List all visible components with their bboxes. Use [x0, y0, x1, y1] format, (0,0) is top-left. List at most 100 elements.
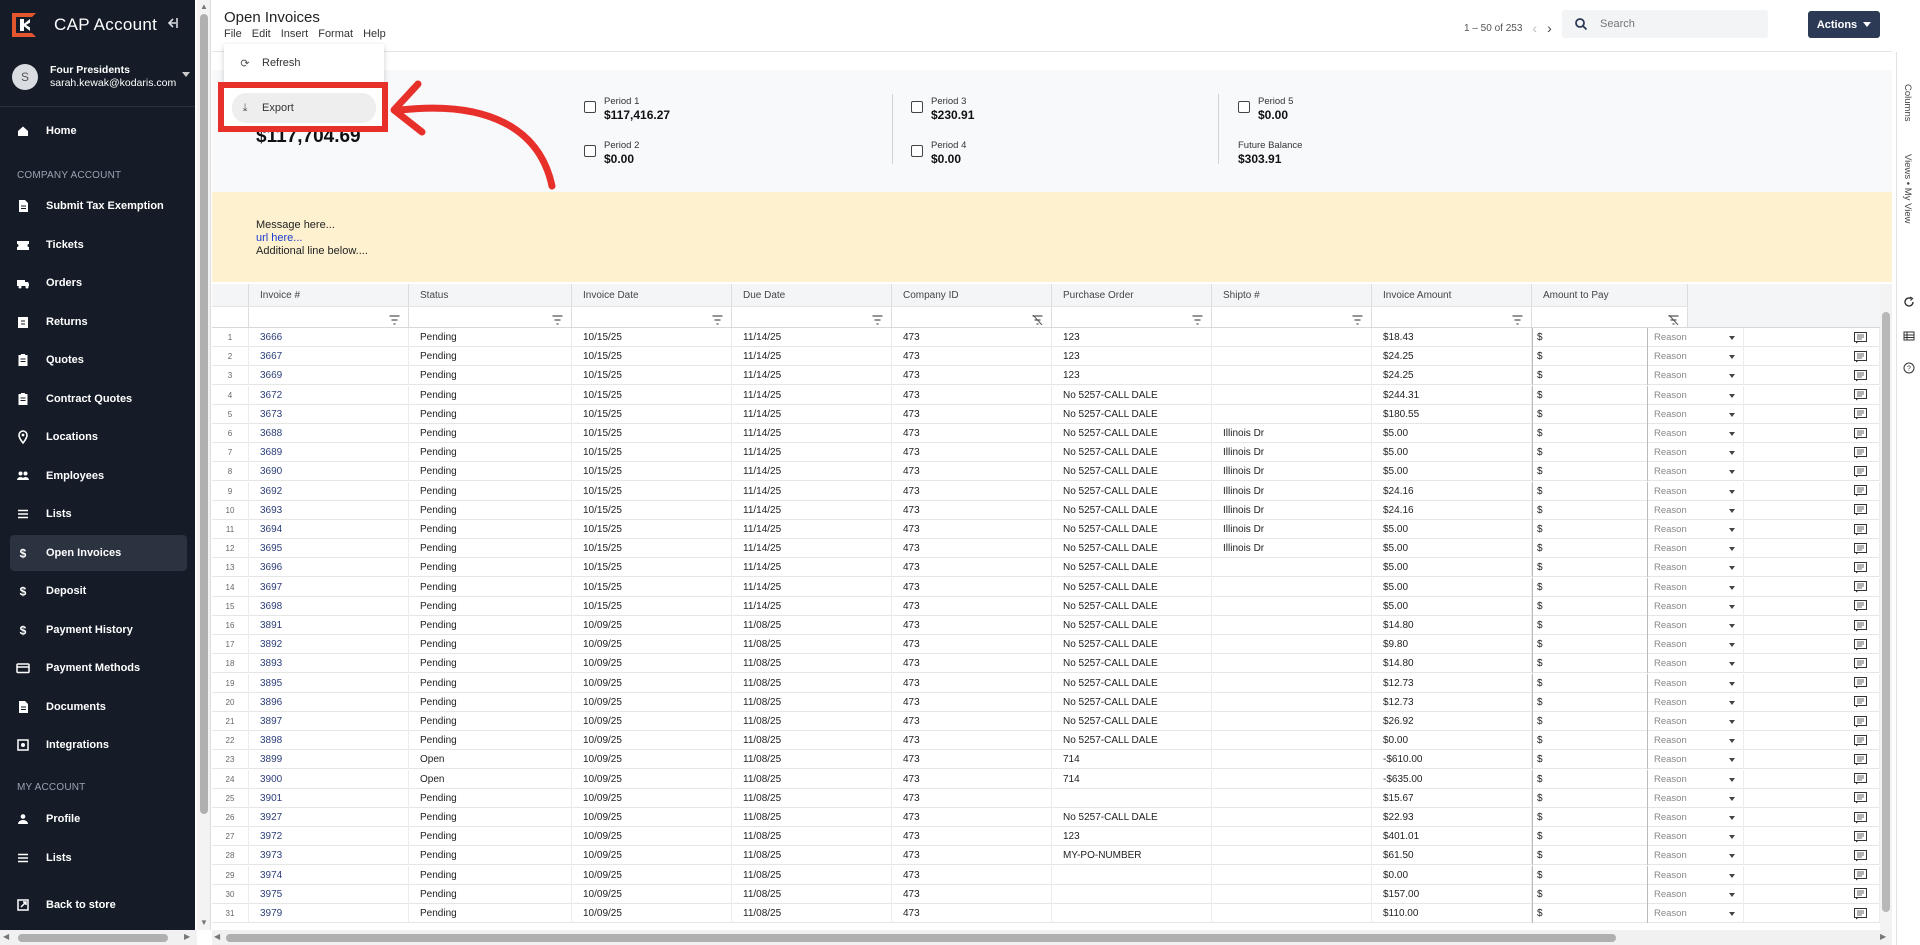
- comment-icon[interactable]: [1842, 616, 1880, 635]
- comment-icon[interactable]: [1842, 443, 1880, 463]
- reason-select[interactable]: Reason: [1648, 596, 1744, 616]
- comment-icon[interactable]: [1842, 788, 1880, 808]
- reason-select[interactable]: Reason: [1648, 481, 1744, 501]
- invoice-number-cell[interactable]: 3673: [249, 404, 409, 424]
- filter-cell[interactable]: [1052, 306, 1212, 327]
- filter-off-icon[interactable]: [1668, 312, 1679, 326]
- sidebar-item-payment-history[interactable]: $ Payment History: [10, 612, 187, 648]
- table-row[interactable]: 2 3667 Pending 10/15/25 11/14/25 473 123 $24.25…: [212, 347, 1880, 367]
- amount-to-pay-input[interactable]: $: [1532, 404, 1648, 424]
- invoice-number-cell[interactable]: 3895: [249, 673, 409, 693]
- amount-to-pay-input[interactable]: $: [1532, 712, 1648, 731]
- period-3-checkbox[interactable]: [911, 101, 923, 113]
- comment-icon[interactable]: [1842, 865, 1880, 885]
- reason-select[interactable]: Reason: [1648, 712, 1744, 731]
- collapse-sidebar-icon[interactable]: [165, 16, 179, 35]
- comment-icon[interactable]: [1842, 481, 1880, 501]
- amount-to-pay-input[interactable]: $: [1532, 731, 1648, 751]
- grid-horizontal-scrollbar[interactable]: ◀ ▶: [212, 930, 1892, 945]
- table-row[interactable]: 6 3688 Pending 10/15/25 11/14/25 473 No 5257-C…: [212, 424, 1880, 443]
- reason-select[interactable]: Reason: [1648, 846, 1744, 866]
- reason-select[interactable]: Reason: [1648, 347, 1744, 367]
- table-row[interactable]: 7 3689 Pending 10/15/25 11/14/25 473 No 5257-C…: [212, 443, 1880, 463]
- table-row[interactable]: 8 3690 Pending 10/15/25 11/14/25 473 No 5257-C…: [212, 462, 1880, 482]
- table-row[interactable]: 17 3892 Pending 10/09/25 11/08/25 473 No 5257-…: [212, 635, 1880, 655]
- scroll-left-icon[interactable]: ◀: [3, 932, 9, 941]
- comment-icon[interactable]: [1842, 404, 1880, 424]
- invoice-number-cell[interactable]: 3899: [249, 750, 409, 770]
- invoice-number-cell[interactable]: 3891: [249, 616, 409, 635]
- filter-cell[interactable]: [892, 306, 1052, 327]
- next-page-icon[interactable]: ›: [1547, 20, 1552, 36]
- filter-cell[interactable]: [409, 306, 572, 327]
- menu-format[interactable]: Format: [318, 28, 353, 40]
- column-header-amount-to-pay[interactable]: Amount to Pay: [1532, 284, 1688, 306]
- reason-select[interactable]: Reason: [1648, 654, 1744, 674]
- amount-to-pay-input[interactable]: $: [1532, 616, 1648, 635]
- table-row[interactable]: 26 3927 Pending 10/09/25 11/08/25 473 No 5257-…: [212, 808, 1880, 827]
- table-row[interactable]: 22 3898 Pending 10/09/25 11/08/25 473 No 5257-…: [212, 731, 1880, 751]
- comment-icon[interactable]: [1842, 827, 1880, 847]
- amount-to-pay-input[interactable]: $: [1532, 596, 1648, 616]
- comment-icon[interactable]: [1842, 385, 1880, 405]
- amount-to-pay-input[interactable]: $: [1532, 500, 1648, 520]
- comment-icon[interactable]: [1842, 904, 1880, 923]
- scrollbar-thumb[interactable]: [226, 934, 1616, 942]
- reason-select[interactable]: Reason: [1648, 750, 1744, 770]
- column-header-status[interactable]: Status: [409, 284, 572, 306]
- invoice-number-cell[interactable]: 3893: [249, 654, 409, 674]
- reason-select[interactable]: Reason: [1648, 520, 1744, 539]
- menu-file[interactable]: File: [224, 28, 242, 40]
- invoice-number-cell[interactable]: 3669: [249, 366, 409, 386]
- comment-icon[interactable]: [1842, 692, 1880, 712]
- reason-select[interactable]: Reason: [1648, 731, 1744, 751]
- sidebar-item-quotes[interactable]: Quotes: [10, 342, 187, 378]
- scroll-up-icon[interactable]: ▲: [200, 2, 208, 11]
- sidebar-item-tickets[interactable]: Tickets: [10, 227, 187, 263]
- comment-icon[interactable]: [1842, 558, 1880, 578]
- filter-icon[interactable]: [552, 312, 563, 325]
- amount-to-pay-input[interactable]: $: [1532, 443, 1648, 463]
- reason-select[interactable]: Reason: [1648, 577, 1744, 597]
- reason-select[interactable]: Reason: [1648, 673, 1744, 693]
- table-row[interactable]: 10 3693 Pending 10/15/25 11/14/25 473 No 5257-…: [212, 500, 1880, 520]
- period-1-checkbox[interactable]: [584, 101, 596, 113]
- actions-button[interactable]: Actions: [1808, 11, 1880, 38]
- table-row[interactable]: 4 3672 Pending 10/15/25 11/14/25 473 No 5257-C…: [212, 385, 1880, 405]
- column-header-purchase-order[interactable]: Purchase Order: [1052, 284, 1212, 306]
- sidebar-item-payment-methods[interactable]: Payment Methods: [10, 650, 187, 686]
- reason-select[interactable]: Reason: [1648, 616, 1744, 635]
- table-row[interactable]: 3 3669 Pending 10/15/25 11/14/25 473 123 $24.25…: [212, 366, 1880, 386]
- filter-cell[interactable]: [1372, 306, 1532, 327]
- menu-item-refresh[interactable]: ⟳ Refresh: [232, 48, 376, 78]
- amount-to-pay-input[interactable]: $: [1532, 827, 1648, 847]
- table-row[interactable]: 14 3697 Pending 10/15/25 11/14/25 473 No 5257-…: [212, 577, 1880, 597]
- filter-cell[interactable]: [1212, 306, 1372, 327]
- filter-icon[interactable]: [1512, 312, 1523, 325]
- column-header-company-id[interactable]: Company ID: [892, 284, 1052, 306]
- reason-select[interactable]: Reason: [1648, 827, 1744, 847]
- amount-to-pay-input[interactable]: $: [1532, 520, 1648, 539]
- amount-to-pay-input[interactable]: $: [1532, 808, 1648, 827]
- sidebar-item-submit-tax-exemption[interactable]: Submit Tax Exemption: [10, 188, 187, 224]
- invoice-number-cell[interactable]: 3698: [249, 596, 409, 616]
- sidebar-item-home[interactable]: Home: [10, 113, 187, 149]
- comment-icon[interactable]: [1842, 884, 1880, 904]
- period-2-checkbox[interactable]: [584, 145, 596, 157]
- filter-icon[interactable]: [872, 312, 883, 325]
- column-header-invoice-date[interactable]: Invoice Date: [572, 284, 732, 306]
- invoice-number-cell[interactable]: 3972: [249, 827, 409, 847]
- invoice-number-cell[interactable]: 3900: [249, 769, 409, 789]
- sidebar-scrollbar[interactable]: ▲ ▼: [197, 0, 211, 930]
- table-row[interactable]: 28 3973 Pending 10/09/25 11/08/25 473 MY-PO-NU…: [212, 846, 1880, 866]
- menu-edit[interactable]: Edit: [252, 28, 271, 40]
- invoice-number-cell[interactable]: 3690: [249, 462, 409, 482]
- column-header-invoice-amount[interactable]: Invoice Amount: [1372, 284, 1532, 306]
- scrollbar-thumb[interactable]: [18, 934, 168, 942]
- columns-panel-toggle[interactable]: Columns: [1902, 84, 1913, 122]
- invoice-number-cell[interactable]: 3697: [249, 577, 409, 597]
- table-row[interactable]: 30 3975 Pending 10/09/25 11/08/25 473 $157.00 $…: [212, 884, 1880, 904]
- filter-icon[interactable]: [389, 312, 400, 325]
- invoice-number-cell[interactable]: 3896: [249, 692, 409, 712]
- invoice-number-cell[interactable]: 3927: [249, 808, 409, 827]
